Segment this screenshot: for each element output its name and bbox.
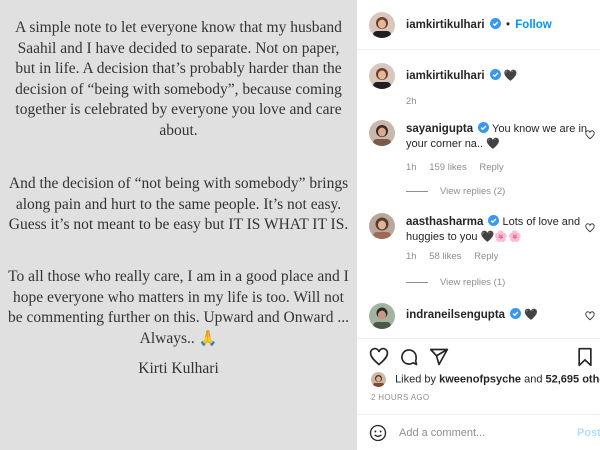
others-count[interactable]: 52,695 others [546,373,600,385]
note-paragraph-1: A simple note to let everyone know that … [15,19,342,139]
verified-badge-icon [489,69,501,80]
reply-button[interactable]: Reply [474,251,498,262]
share-icon[interactable] [429,347,449,367]
liked-by-connector: and [524,373,543,386]
comment-icon[interactable] [399,347,419,367]
note-paragraph-3-text: To all those who really care, I am in a … [8,268,349,347]
reply-button[interactable]: Reply [479,162,503,173]
commenter-avatar[interactable] [369,303,395,329]
comment-meta: 1h 58 likes Reply [406,251,508,262]
liker-avatar[interactable] [371,372,386,387]
heart-icon[interactable] [369,347,389,367]
note-signature: Kirti Kulhari [138,360,219,377]
comment-input[interactable] [399,425,569,441]
post-button[interactable]: Post [577,427,600,439]
comment-time: 1h [406,162,417,173]
replies-line [406,190,428,192]
header-row: iamkirtikulhari • Follow [406,18,552,31]
comment-time: 1h [406,251,417,262]
view-replies-button[interactable]: View replies (1) [406,277,505,288]
view-replies-label: View replies (1) [440,277,506,288]
comment-username[interactable]: sayanigupta [406,123,473,135]
comment-username[interactable]: indraneilsengupta [406,309,505,321]
post-side-panel: iamkirtikulhari • Follow iamkirtikulhari… [357,0,600,450]
like-comment-heart-icon[interactable] [585,130,595,140]
add-comment-bar: Post [357,414,600,450]
post-time: 2 HOURS AGO [371,393,430,402]
post-image[interactable]: A simple note to let everyone know that … [0,0,357,450]
verified-badge-icon [489,18,501,29]
caption-avatar[interactable] [369,63,395,89]
comment-meta: 1h 159 likes Reply [406,162,514,173]
note-paragraph-3: To all those who really care, I am in a … [8,267,349,349]
view-replies-button[interactable]: View replies (2) [406,186,505,197]
comment-likes[interactable]: 159 likes [429,162,467,173]
post-header: iamkirtikulhari • Follow [357,0,600,50]
caption-username[interactable]: iamkirtikulhari [406,70,485,82]
author-username[interactable]: iamkirtikulhari [406,19,485,31]
bookmark-icon[interactable] [575,347,595,367]
caption: iamkirtikulhari 🖤 2h [369,63,597,107]
caption-meta: 2h [406,96,427,107]
comment-text-row: indraneilsengupta 🖤 [406,308,597,323]
comment-item: indraneilsengupta 🖤 [369,303,597,333]
caption-text-row: iamkirtikulhari 🖤 [406,69,597,84]
comment-item: aasthasharma Lots of love and huggies to… [369,213,597,293]
commenter-avatar[interactable] [369,120,395,146]
liked-by-prefix: Liked by [395,373,437,386]
verified-badge-icon [488,215,500,226]
action-bar [357,338,600,375]
caption-text: 🖤 [503,70,518,82]
caption-time: 2h [406,96,417,107]
comment-item: sayanigupta You know we are in your corn… [369,120,597,200]
comment-text-row: sayanigupta You know we are in your corn… [406,122,597,152]
smile-icon[interactable] [369,424,387,442]
follow-button[interactable]: Follow [515,19,551,31]
comment-likes[interactable]: 58 likes [429,251,461,262]
pray-emoji: 🙏 [198,330,218,347]
replies-line [406,281,428,283]
comment-text-row: aasthasharma Lots of love and huggies to… [406,215,597,245]
liker-username[interactable]: kweenofpsyche [439,373,521,385]
likes-summary: Liked by kweenofpsyche and 52,695 others [371,372,600,387]
comment-text: 🖤 [524,309,538,321]
verified-badge-icon [478,122,490,133]
comment-username[interactable]: aasthasharma [406,216,483,228]
like-comment-heart-icon[interactable] [585,311,595,321]
author-avatar[interactable] [369,12,395,38]
commenter-avatar[interactable] [369,213,395,239]
note-paragraph-2: And the decision of “not being with some… [8,175,349,233]
like-comment-heart-icon[interactable] [585,223,595,233]
header-separator: • [506,19,511,31]
verified-badge-icon [510,308,522,319]
view-replies-label: View replies (2) [440,186,506,197]
